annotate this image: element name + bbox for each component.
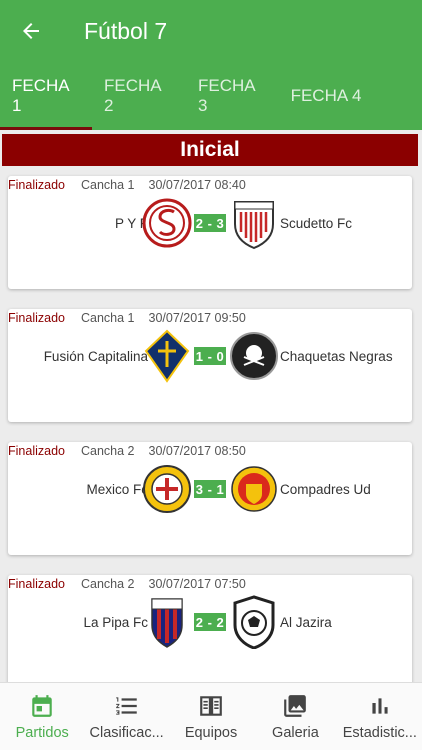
- aik-crest-icon: [144, 329, 190, 383]
- tab-fecha-4[interactable]: FECHA 4: [278, 62, 374, 130]
- nav-label: Partidos: [15, 725, 69, 741]
- arrow-left-icon: [23, 23, 39, 39]
- bar-chart-icon: [372, 698, 388, 714]
- away-team-name: Compadres Ud: [280, 482, 371, 497]
- tab-fecha-3[interactable]: FECHA 3: [186, 62, 278, 130]
- matches-list[interactable]: Inicial Finalizado Cancha 1 30/07/2017 0…: [0, 130, 422, 682]
- match-score: 3 - 1: [194, 480, 226, 498]
- ordered-list-icon: [115, 697, 137, 715]
- nav-label: Galeria: [272, 725, 319, 741]
- match-datetime: 30/07/2017 08:40: [148, 178, 246, 192]
- match-field: Cancha 2: [80, 444, 135, 458]
- tarragona-crest-icon: [143, 465, 191, 513]
- tab-fecha-1[interactable]: FECHA 1: [0, 62, 92, 130]
- away-team-name: Chaquetas Negras: [280, 349, 393, 364]
- calendar-icon: [32, 695, 52, 717]
- nav-label: Estadistic...: [342, 725, 417, 741]
- nav-estadisticas[interactable]: Estadistic...: [338, 683, 422, 750]
- bottom-navigation: Partidos Clasificac... Equipos Galeria E…: [0, 682, 422, 750]
- gallery-icon: [284, 695, 307, 717]
- tab-fecha-2[interactable]: FECHA 2: [92, 62, 186, 130]
- match-datetime: 30/07/2017 09:50: [148, 311, 246, 325]
- orlando-pirates-crest-icon: [230, 332, 278, 380]
- section-header: Inicial: [2, 134, 418, 166]
- match-score: 2 - 2: [194, 613, 226, 631]
- match-status: Finalizado: [8, 444, 65, 458]
- nav-label: Clasificac...: [89, 725, 164, 741]
- match-datetime: 30/07/2017 08:50: [148, 444, 246, 458]
- match-meta: Finalizado Cancha 1 30/07/2017 08:40: [8, 178, 246, 192]
- athletic-club-crest-icon: [234, 201, 274, 250]
- app-bar: Fútbol 7: [0, 0, 422, 62]
- match-score: 1 - 0: [194, 347, 226, 365]
- sevilla-crest-icon: [142, 198, 192, 248]
- nav-equipos[interactable]: Equipos: [169, 683, 253, 750]
- match-field: Cancha 2: [80, 577, 135, 591]
- nav-galeria[interactable]: Galeria: [253, 683, 337, 750]
- match-score: 2 - 3: [194, 214, 226, 232]
- home-team-name: Mexico Fc: [86, 482, 148, 497]
- manchester-united-crest-icon: [231, 466, 277, 512]
- match-status: Finalizado: [8, 577, 65, 591]
- match-datetime: 30/07/2017 07:50: [148, 577, 246, 591]
- match-card[interactable]: Finalizado Cancha 1 30/07/2017 09:50 Fus…: [8, 309, 412, 422]
- match-meta: Finalizado Cancha 1 30/07/2017 09:50: [8, 311, 246, 325]
- match-status: Finalizado: [8, 178, 65, 192]
- match-card[interactable]: Finalizado Cancha 2 30/07/2017 08:50 Mex…: [8, 442, 412, 555]
- back-button[interactable]: [0, 0, 62, 62]
- nav-partidos[interactable]: Partidos: [0, 683, 84, 750]
- nav-clasificacion[interactable]: Clasificac...: [84, 683, 168, 750]
- match-card[interactable]: Finalizado Cancha 1 30/07/2017 08:40 P Y…: [8, 176, 412, 289]
- away-team-name: Scudetto Fc: [280, 216, 353, 231]
- match-field: Cancha 1: [80, 311, 135, 325]
- soccer-ball-shield-icon: [233, 595, 275, 649]
- match-meta: Finalizado Cancha 2 30/07/2017 07:50: [8, 577, 246, 591]
- app-root: Fútbol 7 FECHA 1 FECHA 2 FECHA 3 FECHA 4…: [0, 0, 422, 750]
- nav-label: Equipos: [184, 725, 238, 741]
- match-meta: Finalizado Cancha 2 30/07/2017 08:50: [8, 444, 246, 458]
- match-status: Finalizado: [8, 311, 65, 325]
- home-team-name: Fusión Capitalina: [43, 349, 148, 364]
- home-team-name: La Pipa Fc: [83, 615, 148, 630]
- match-card[interactable]: Finalizado Cancha 2 30/07/2017 07:50 La …: [8, 575, 412, 682]
- page-title: Fútbol 7: [84, 17, 168, 44]
- round-tabs: FECHA 1 FECHA 2 FECHA 3 FECHA 4: [0, 62, 422, 130]
- book-icon: [200, 696, 222, 716]
- bologna-crest-icon: [151, 598, 183, 648]
- match-field: Cancha 1: [80, 178, 135, 192]
- away-team-name: Al Jazira: [280, 615, 332, 630]
